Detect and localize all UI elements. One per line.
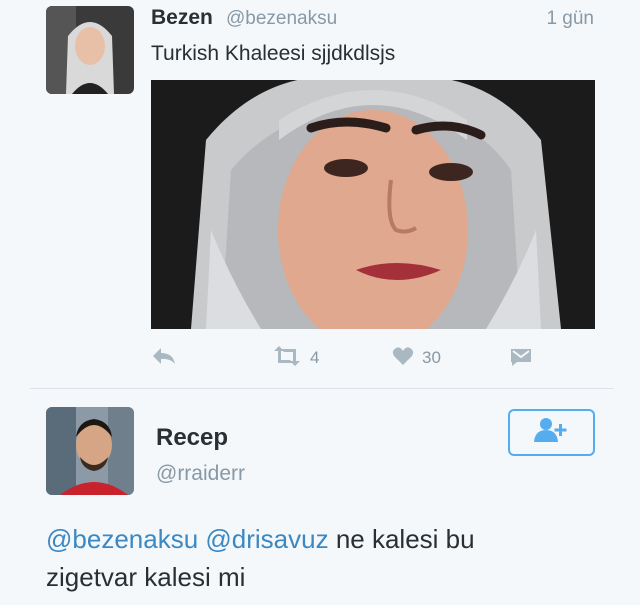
tweet-actions: 4 30: [151, 344, 551, 374]
reply-text: @bezenaksu @drisavuz ne kalesi bu zigetv…: [46, 520, 606, 596]
reply-author-name[interactable]: Recep: [156, 424, 228, 452]
reply-text-line1: ne kalesi bu: [328, 524, 475, 554]
retweet-count: 4: [310, 348, 320, 367]
divider: [30, 388, 614, 389]
reply-avatar[interactable]: [46, 407, 134, 495]
tweet-photo[interactable]: [151, 80, 595, 329]
avatar[interactable]: [46, 6, 134, 94]
author-name[interactable]: Bezen: [151, 6, 213, 30]
direct-message-button[interactable]: [509, 344, 533, 372]
reply-icon: [151, 346, 177, 371]
tweet-text: Turkish Khaleesi sjjdkdlsjs: [151, 42, 396, 65]
retweet-button[interactable]: 4: [272, 344, 319, 372]
tweet-timestamp[interactable]: 1 gün: [546, 8, 594, 30]
mention-link[interactable]: @bezenaksu: [46, 524, 198, 554]
mention-link[interactable]: @drisavuz: [205, 524, 328, 554]
follow-button[interactable]: [508, 409, 595, 456]
author-handle[interactable]: @bezenaksu: [226, 8, 337, 30]
like-button[interactable]: 30: [392, 344, 441, 372]
retweet-icon: [272, 345, 302, 372]
follow-user-icon: [532, 416, 572, 449]
reply-author-handle[interactable]: @rraiderr: [156, 462, 245, 486]
tweet: Bezen @bezenaksu 1 gün Turkish Khaleesi …: [0, 0, 640, 388]
like-count: 30: [422, 348, 441, 367]
reply-text-line2: zigetvar kalesi mi: [46, 562, 246, 592]
reply-button[interactable]: [151, 344, 177, 372]
direct-message-icon: [509, 346, 533, 371]
heart-icon: [392, 346, 414, 371]
